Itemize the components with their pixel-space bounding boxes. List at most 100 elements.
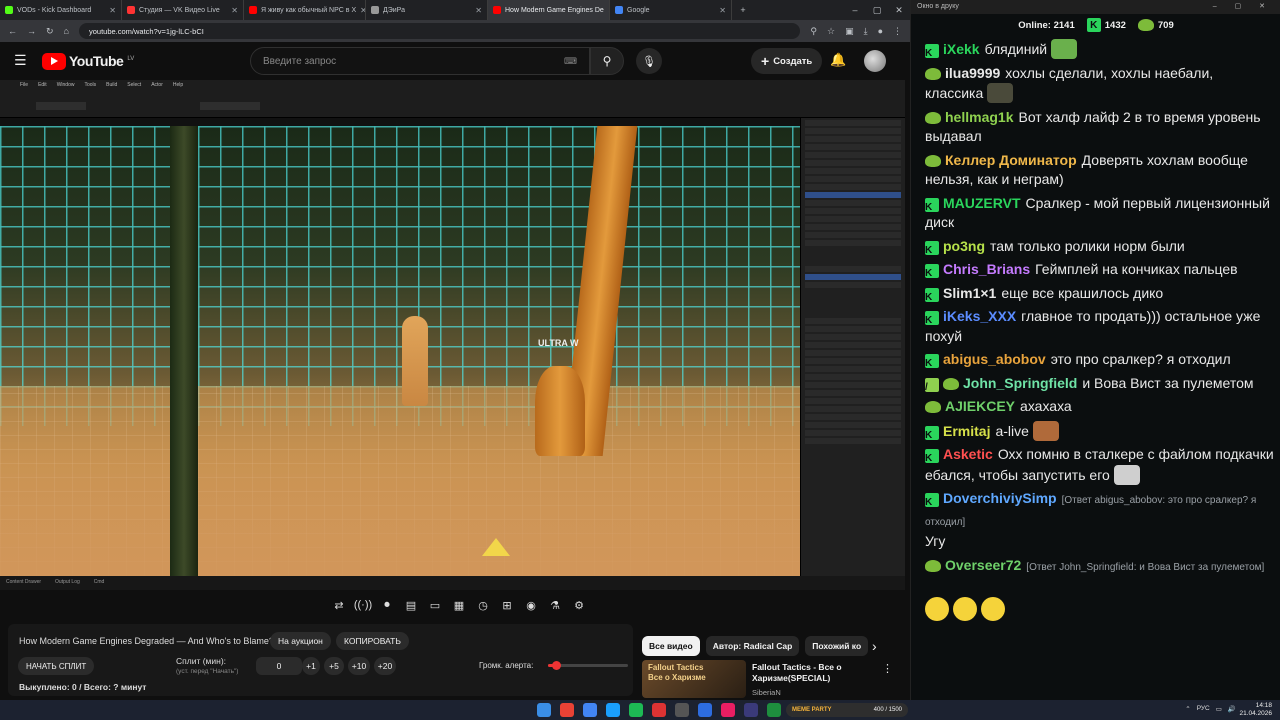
account-avatar[interactable] bbox=[864, 50, 886, 72]
taskbar-app-icon[interactable] bbox=[720, 703, 735, 717]
picture-in-picture-icon[interactable]: ▭ bbox=[426, 596, 444, 614]
related-video-item[interactable]: Fallout Tactics Все о Харизме Fallout Ta… bbox=[642, 660, 902, 698]
alert-volume-knob[interactable] bbox=[552, 661, 561, 670]
chat-emote-icon bbox=[1051, 39, 1078, 59]
auction-button[interactable]: На аукцион bbox=[270, 632, 331, 650]
chat-username[interactable]: DoverchiviySimp bbox=[943, 490, 1057, 506]
url-field[interactable]: youtube.com/watch?v=1jg-lLC-bCI bbox=[78, 23, 801, 39]
chat-username[interactable]: John_Springfield bbox=[963, 375, 1077, 391]
screenshot-icon[interactable]: ◉ bbox=[522, 596, 540, 614]
browser-tab[interactable]: How Modern Game Engines De✕ bbox=[488, 0, 610, 20]
browser-tab[interactable]: Google ✕ bbox=[610, 0, 732, 20]
plus10-button[interactable]: +10 bbox=[348, 657, 370, 675]
chat-username[interactable]: Asketic bbox=[943, 446, 993, 462]
close-window-icon[interactable]: ✕ bbox=[888, 5, 910, 16]
network-icon[interactable]: ▭ bbox=[1216, 705, 1222, 713]
taskbar-app-icon[interactable] bbox=[766, 703, 781, 717]
taskbar-app-icon[interactable] bbox=[628, 703, 643, 717]
chat-username[interactable]: Slim1×1 bbox=[943, 285, 996, 301]
keyboard-icon[interactable]: ⌨ bbox=[564, 56, 577, 67]
flask-icon[interactable]: ⚗ bbox=[546, 596, 564, 614]
record-icon[interactable]: ⏺ bbox=[378, 596, 396, 614]
bookmark-star-icon[interactable]: ☆ bbox=[827, 26, 835, 37]
hamburger-menu-icon[interactable]: ☰ bbox=[14, 52, 27, 69]
download-icon[interactable]: ⤓ bbox=[864, 26, 868, 37]
create-button[interactable]: + Создать bbox=[751, 48, 823, 74]
filter-chip[interactable]: Похожий ко bbox=[805, 636, 869, 656]
tab-close-icon[interactable]: ✕ bbox=[231, 6, 238, 15]
taskbar-app-icon[interactable] bbox=[582, 703, 597, 717]
search-button[interactable]: ⚲ bbox=[590, 47, 624, 75]
back-icon[interactable]: ← bbox=[8, 26, 17, 36]
chat-window: Окно в друку – ▢ ✕ Online: 2141 K 1432 709… bbox=[910, 0, 1280, 700]
split-minutes-input[interactable]: 0 bbox=[256, 657, 302, 675]
settings-gear-icon[interactable]: ⚙ bbox=[570, 596, 588, 614]
clock[interactable]: 14:18 21.04.2026 bbox=[1239, 702, 1272, 718]
chat-username[interactable]: abigus_abobov bbox=[943, 351, 1046, 367]
tab-close-icon[interactable]: ✕ bbox=[719, 6, 726, 15]
reload-icon[interactable]: ↻ bbox=[46, 26, 54, 37]
maximize-icon[interactable]: ▢ bbox=[866, 5, 888, 16]
broadcast-icon[interactable]: ((·)) bbox=[354, 596, 372, 614]
tab-close-icon[interactable]: ✕ bbox=[109, 6, 116, 15]
language-indicator[interactable]: РУС bbox=[1197, 705, 1210, 713]
new-tab-button[interactable]: + bbox=[732, 5, 754, 15]
taskbar-app-icon[interactable] bbox=[536, 703, 551, 717]
chat-username[interactable]: MAUZERVT bbox=[943, 195, 1021, 211]
taskbar-app-icon[interactable] bbox=[674, 703, 689, 717]
forward-icon[interactable]: → bbox=[27, 26, 36, 36]
tab-close-icon[interactable]: ✕ bbox=[475, 6, 482, 15]
chat-username[interactable]: ilua9999 bbox=[945, 65, 1000, 81]
loop-icon[interactable]: ⇄ bbox=[330, 596, 348, 614]
subtitles-icon[interactable]: ▦ bbox=[450, 596, 468, 614]
search-input[interactable]: Введите запрос ⌨ bbox=[250, 47, 590, 75]
window-controls-icon[interactable]: – ▢ ✕ bbox=[1213, 2, 1273, 10]
start-split-button[interactable]: НАЧАТЬ СПЛИТ bbox=[18, 657, 95, 675]
zoom-icon[interactable]: ⚲ bbox=[810, 26, 817, 37]
video-player[interactable]: File Edit Window Tools Build Select Actor Help … bbox=[0, 80, 905, 590]
plus20-button[interactable]: +20 bbox=[374, 657, 396, 675]
speed-icon[interactable]: ◷ bbox=[474, 596, 492, 614]
chat-username[interactable]: AJIEKCEY bbox=[945, 398, 1015, 414]
chevron-right-icon[interactable]: › bbox=[872, 638, 877, 654]
browser-tab[interactable]: ДЭиРа ✕ bbox=[366, 0, 488, 20]
filter-chip[interactable]: Все видео bbox=[642, 636, 700, 656]
alert-volume-slider[interactable] bbox=[548, 661, 628, 670]
menu-dots-icon[interactable]: ⋮ bbox=[893, 26, 902, 37]
film-icon[interactable]: ▤ bbox=[402, 596, 420, 614]
copy-button[interactable]: КОПИРОВАТЬ bbox=[336, 632, 409, 650]
notifications-bell-icon[interactable]: 🔔 bbox=[830, 52, 846, 68]
chat-username[interactable]: iKeks_XXX bbox=[943, 308, 1016, 324]
minimize-icon[interactable]: – bbox=[844, 5, 866, 16]
tray-up-icon[interactable]: ⌃ bbox=[1185, 705, 1190, 713]
taskbar-app-icon[interactable] bbox=[743, 703, 758, 717]
more-options-icon[interactable]: ⋮ bbox=[882, 662, 893, 675]
taskbar-app-icon[interactable] bbox=[651, 703, 666, 717]
plus5-button[interactable]: +5 bbox=[324, 657, 344, 675]
voice-search-button[interactable]: 🎙 bbox=[636, 48, 662, 74]
profile-icon[interactable]: ● bbox=[878, 26, 883, 36]
chat-username[interactable]: Ermitaj bbox=[943, 423, 990, 439]
browser-tab[interactable]: VODs - Kick Dashboard ✕ bbox=[0, 0, 122, 20]
taskbar-app-icon[interactable] bbox=[605, 703, 620, 717]
player-controls: ⇄ ((·)) ⏺ ▤ ▭ ▦ ◷ ⊞ ◉ ⚗ ⚙ bbox=[330, 596, 588, 618]
chat-username[interactable]: hellmag1k bbox=[945, 109, 1013, 125]
chat-message-list[interactable]: KiXekk блядиний ilua9999 хохлы сделали, хох… bbox=[925, 36, 1275, 700]
filter-chip[interactable]: Автор: Radical Cap bbox=[705, 636, 800, 656]
add-clip-icon[interactable]: ⊞ bbox=[498, 596, 516, 614]
taskbar-app-icon[interactable] bbox=[697, 703, 712, 717]
chat-username[interactable]: Келлер Доминатор bbox=[945, 152, 1077, 168]
volume-icon[interactable]: 🔊 bbox=[1228, 705, 1236, 713]
chat-username[interactable]: po3ng bbox=[943, 238, 985, 254]
chat-username[interactable]: Chris_Brians bbox=[943, 261, 1030, 277]
chat-username[interactable]: Overseer72 bbox=[945, 557, 1021, 573]
browser-tab[interactable]: Студия — VK Видео Live ✕ bbox=[122, 0, 244, 20]
chat-username[interactable]: iXekk bbox=[943, 41, 980, 57]
youtube-logo[interactable]: YouTube LV bbox=[42, 52, 134, 70]
home-icon[interactable]: ⌂ bbox=[64, 26, 69, 36]
related-thumbnail[interactable]: Fallout Tactics Все о Харизме bbox=[642, 660, 746, 698]
browser-tab[interactable]: Я живу как обычный NPC в Х✕ bbox=[244, 0, 366, 20]
plus1-button[interactable]: +1 bbox=[302, 657, 320, 675]
taskbar-app-icon[interactable] bbox=[559, 703, 574, 717]
extensions-icon[interactable]: ▣ bbox=[845, 26, 854, 37]
